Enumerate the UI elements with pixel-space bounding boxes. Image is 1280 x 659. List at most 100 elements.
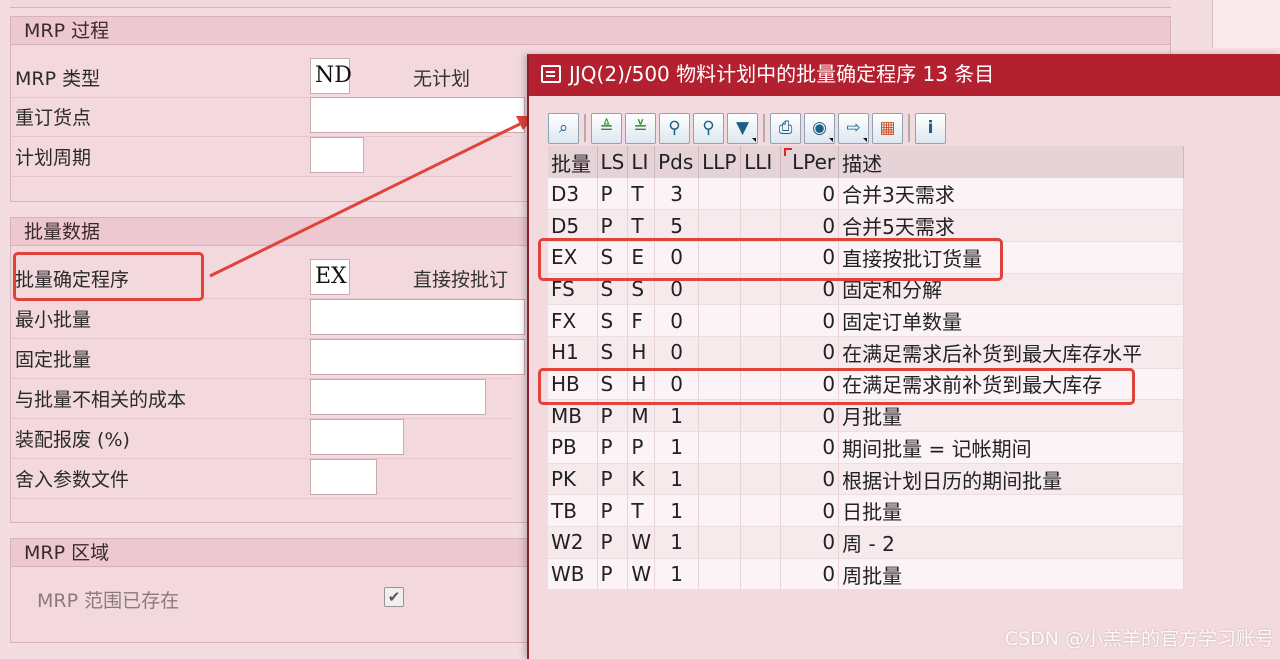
cell-ls[interactable]: P bbox=[597, 558, 629, 591]
mrp-type-input[interactable]: ND bbox=[310, 58, 352, 94]
cell-li[interactable]: W bbox=[627, 526, 656, 559]
cell-li[interactable]: W bbox=[627, 558, 656, 591]
binoculars-icon[interactable]: ⚲ bbox=[659, 112, 690, 144]
cell-ls[interactable]: P bbox=[597, 399, 629, 432]
cell-ls[interactable]: S bbox=[597, 273, 629, 306]
cell-description[interactable]: 固定和分解 bbox=[838, 273, 1185, 306]
cell-lot[interactable]: TB bbox=[548, 494, 598, 528]
cell-pds[interactable]: 3 bbox=[654, 178, 700, 211]
cell-lper[interactable]: 0 bbox=[780, 241, 840, 274]
table-row[interactable]: FS S S 0 0 固定和分解 bbox=[548, 273, 1185, 306]
cell-description[interactable]: 周批量 bbox=[838, 558, 1185, 591]
cell-description[interactable]: 合并5天需求 bbox=[838, 209, 1185, 242]
cell-lli[interactable] bbox=[740, 273, 782, 306]
cell-llp[interactable] bbox=[698, 431, 742, 464]
column-header-lli[interactable]: LLI bbox=[740, 146, 782, 178]
cell-lper[interactable]: 0 bbox=[780, 209, 840, 242]
export-icon[interactable]: ⇨ bbox=[838, 112, 869, 144]
cell-lot[interactable]: PB bbox=[548, 431, 598, 464]
column-header-lot[interactable]: 批量 bbox=[548, 146, 598, 178]
cell-ls[interactable]: P bbox=[597, 431, 629, 464]
column-header-li[interactable]: LI bbox=[627, 146, 656, 178]
table-row[interactable]: D3 P T 3 0 合并3天需求 bbox=[548, 178, 1185, 211]
cell-pds[interactable]: 5 bbox=[654, 209, 700, 242]
cell-lli[interactable] bbox=[740, 399, 782, 432]
cell-lper[interactable]: 0 bbox=[780, 399, 840, 432]
rounding-profile-input[interactable] bbox=[310, 459, 377, 495]
cell-lli[interactable] bbox=[740, 178, 782, 211]
cell-llp[interactable] bbox=[698, 368, 742, 401]
cell-lli[interactable] bbox=[740, 494, 782, 528]
fixed-lot-input[interactable] bbox=[310, 339, 525, 375]
table-row[interactable]: EX S E 0 0 直接按批订货量 bbox=[548, 241, 1185, 274]
column-header-pds[interactable]: Pds bbox=[654, 146, 700, 178]
cell-li[interactable]: K bbox=[627, 463, 656, 496]
column-header-lper[interactable]: LPer bbox=[780, 146, 840, 178]
table-row[interactable]: W2 P W 1 0 周 - 2 bbox=[548, 526, 1185, 559]
cell-lot[interactable]: H1 bbox=[548, 336, 598, 369]
cell-pds[interactable]: 1 bbox=[654, 399, 700, 432]
cell-llp[interactable] bbox=[698, 304, 742, 337]
cell-li[interactable]: M bbox=[627, 399, 656, 432]
assembly-scrap-input[interactable] bbox=[310, 419, 404, 455]
column-header-description[interactable]: 描述 bbox=[838, 146, 1185, 178]
cell-lper[interactable]: 0 bbox=[780, 494, 840, 528]
cell-llp[interactable] bbox=[698, 463, 742, 496]
cell-lot[interactable]: D5 bbox=[548, 209, 598, 242]
cell-lper[interactable]: 0 bbox=[780, 558, 840, 591]
cell-lot[interactable]: W2 bbox=[548, 526, 598, 559]
cell-lot[interactable]: WB bbox=[548, 558, 598, 591]
cell-li[interactable]: T bbox=[627, 178, 656, 211]
table-row[interactable]: HB S H 0 0 在满足需求前补货到最大库存 bbox=[548, 368, 1185, 401]
cell-lot[interactable]: MB bbox=[548, 399, 598, 432]
cell-lper[interactable]: 0 bbox=[780, 463, 840, 496]
cell-lot[interactable]: EX bbox=[548, 241, 598, 274]
cell-pds[interactable]: 0 bbox=[654, 368, 700, 401]
layout-grid-icon[interactable]: ▦ bbox=[872, 112, 903, 144]
column-header-llp[interactable]: LLP bbox=[698, 146, 742, 178]
cell-li[interactable]: F bbox=[627, 304, 656, 337]
sort-ascending-icon[interactable]: ≜ bbox=[591, 112, 622, 144]
cell-lli[interactable] bbox=[740, 526, 782, 559]
cell-llp[interactable] bbox=[698, 494, 742, 528]
cell-description[interactable]: 期间批量 = 记帐期间 bbox=[838, 431, 1185, 464]
sort-descending-icon[interactable]: ≚ bbox=[625, 112, 656, 144]
cell-lper[interactable]: 0 bbox=[780, 336, 840, 369]
cell-lli[interactable] bbox=[740, 209, 782, 242]
cell-lper[interactable]: 0 bbox=[780, 304, 840, 337]
cell-pds[interactable]: 1 bbox=[654, 526, 700, 559]
cell-llp[interactable] bbox=[698, 209, 742, 242]
table-row[interactable]: H1 S H 0 0 在满足需求后补货到最大库存水平 bbox=[548, 336, 1185, 369]
cell-pds[interactable]: 1 bbox=[654, 494, 700, 528]
cell-lli[interactable] bbox=[740, 304, 782, 337]
popup-title-bar[interactable]: JJQ(2)/500 物料计划中的批量确定程序 13 条目 bbox=[529, 54, 1280, 96]
cell-description[interactable]: 固定订单数量 bbox=[838, 304, 1185, 337]
filter-icon[interactable]: ▼ bbox=[727, 112, 758, 144]
cell-li[interactable]: P bbox=[627, 431, 656, 464]
find-icon[interactable]: ⌕ bbox=[548, 112, 579, 144]
cell-lper[interactable]: 0 bbox=[780, 526, 840, 559]
table-row[interactable]: D5 P T 5 0 合并5天需求 bbox=[548, 209, 1185, 242]
cell-ls[interactable]: S bbox=[597, 368, 629, 401]
cell-llp[interactable] bbox=[698, 178, 742, 211]
cell-description[interactable]: 在满足需求前补货到最大库存 bbox=[838, 368, 1185, 401]
cell-pds[interactable]: 1 bbox=[654, 558, 700, 591]
cell-description[interactable]: 月批量 bbox=[838, 399, 1185, 432]
print-icon[interactable]: ⎙ bbox=[770, 112, 801, 144]
cell-li[interactable]: H bbox=[627, 368, 656, 401]
column-header-ls[interactable]: LS bbox=[597, 146, 629, 178]
cell-llp[interactable] bbox=[698, 241, 742, 274]
cell-pds[interactable]: 1 bbox=[654, 431, 700, 464]
cell-lper[interactable]: 0 bbox=[780, 178, 840, 211]
cell-lot[interactable]: D3 bbox=[548, 178, 598, 211]
cell-llp[interactable] bbox=[698, 526, 742, 559]
view-icon[interactable]: ◉ bbox=[804, 112, 835, 144]
cell-ls[interactable]: S bbox=[597, 241, 629, 274]
cell-description[interactable]: 周 - 2 bbox=[838, 526, 1185, 559]
cell-llp[interactable] bbox=[698, 336, 742, 369]
cell-lper[interactable]: 0 bbox=[780, 368, 840, 401]
cell-ls[interactable]: S bbox=[597, 304, 629, 337]
cell-li[interactable]: T bbox=[627, 209, 656, 242]
cell-lper[interactable]: 0 bbox=[780, 431, 840, 464]
cell-lper[interactable]: 0 bbox=[780, 273, 840, 306]
